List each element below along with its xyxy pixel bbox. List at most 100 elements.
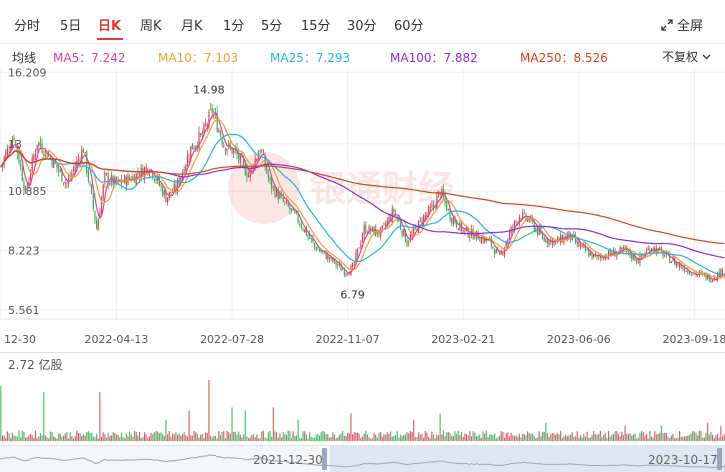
candle [690, 272, 692, 277]
volume-bar [157, 431, 159, 441]
volume-bar [391, 436, 393, 441]
range-navigator[interactable]: 2021-12-30 2023-10-17 [0, 445, 725, 472]
volume-bar [599, 430, 601, 441]
volume-bar [657, 434, 659, 441]
candle-body [335, 261, 337, 266]
volume-bar [365, 430, 367, 441]
adjustment-select[interactable]: 不复权 [662, 48, 711, 65]
volume-bar [480, 438, 482, 441]
volume-bar [246, 436, 248, 441]
volume-bar [477, 435, 479, 441]
volume-bar [337, 437, 339, 441]
navigator-left-handle[interactable] [322, 448, 327, 470]
volume-bar [244, 410, 246, 441]
price-annotation-0: 14.98 [193, 84, 225, 97]
candle-body [523, 211, 525, 213]
volume-bar [165, 419, 167, 441]
candlestick-chart[interactable]: 银通财经 16.209 13 10.885 8.223 5.561 12-30 2022-04… [0, 68, 725, 352]
candle-body [63, 182, 65, 184]
candle-body [274, 187, 276, 197]
candle-body [94, 210, 96, 221]
volume-bar [525, 435, 527, 441]
tab-1-min[interactable]: 1分 [223, 15, 244, 34]
volume-bar [368, 437, 370, 441]
candle-body [361, 235, 364, 242]
volume-bar [153, 432, 155, 441]
candle-body [607, 250, 610, 259]
volume-bar [446, 432, 448, 441]
volume-bar [470, 436, 473, 441]
volume-bar [624, 425, 626, 441]
volume-bar [697, 435, 699, 441]
candle-body [39, 140, 42, 147]
tab-intraday[interactable]: 分时 [14, 15, 40, 34]
candle-body [191, 143, 193, 150]
volume-bar [457, 430, 459, 441]
candle [134, 173, 136, 183]
volume-bar [588, 437, 590, 441]
x-tick-label-1: 2022-04-13 [84, 333, 148, 346]
volume-bar [536, 437, 539, 441]
volume-bar [355, 432, 357, 441]
candle-body [193, 148, 195, 150]
candle-body [385, 224, 387, 226]
tab-monthly-k[interactable]: 月K [181, 15, 203, 34]
candle [345, 272, 347, 277]
navigator-start-date: 2021-12-30 [253, 453, 323, 467]
volume-bar [352, 434, 354, 441]
candle [607, 249, 610, 260]
navigator-end-date: 2023-10-17 [648, 453, 718, 467]
candle [515, 219, 517, 225]
fullscreen-button[interactable]: 全屏 [661, 15, 703, 34]
navigator-right-handle[interactable] [717, 448, 722, 470]
volume-bar [264, 437, 266, 441]
candle-body [479, 240, 481, 242]
volume-bar [601, 437, 603, 441]
tab-daily-k[interactable]: 日K [98, 15, 121, 34]
candle-body [447, 209, 449, 210]
volume-bar [545, 422, 547, 441]
active-tab-indicator [97, 38, 123, 40]
tab-5-day[interactable]: 5日 [60, 15, 81, 34]
candle-body [536, 226, 539, 235]
candle-body [645, 250, 648, 254]
tab-60-min[interactable]: 60分 [394, 15, 424, 34]
volume-bar [267, 432, 269, 441]
candle [353, 261, 355, 266]
candle [67, 173, 70, 188]
tab-15-min[interactable]: 15分 [301, 15, 331, 34]
candle-body [294, 210, 296, 213]
volume-bar [540, 436, 542, 441]
tab-weekly-k[interactable]: 周K [140, 15, 162, 34]
candle-body [320, 250, 322, 253]
candle-body [155, 178, 157, 182]
volume-bar [520, 437, 522, 441]
volume-bar [185, 435, 187, 441]
candle [205, 118, 207, 128]
volume-bar [611, 434, 613, 441]
volume-bar [650, 436, 653, 441]
volume-bar [474, 432, 476, 441]
candle-body [543, 237, 545, 241]
candle-body [211, 107, 213, 113]
candle-body [474, 237, 476, 240]
volume-bar [10, 438, 12, 441]
volume-bar [5, 438, 7, 441]
volume-bar [498, 435, 501, 441]
tab-30-min[interactable]: 30分 [347, 15, 377, 34]
tab-5-min[interactable]: 5分 [261, 15, 282, 34]
volume-bar [266, 438, 268, 441]
volume-bar [596, 434, 598, 441]
adjustment-label: 不复权 [661, 50, 698, 64]
candle-body [409, 235, 411, 242]
volume-bar [143, 432, 146, 441]
volume-bar [513, 436, 516, 441]
volume-bar [138, 432, 141, 441]
candle [310, 237, 312, 243]
candle-body [670, 261, 672, 263]
volume-bar [63, 435, 65, 441]
volume-bar [604, 432, 606, 441]
candle [218, 127, 220, 134]
volume-bar [674, 438, 676, 441]
candle-body [508, 231, 511, 239]
